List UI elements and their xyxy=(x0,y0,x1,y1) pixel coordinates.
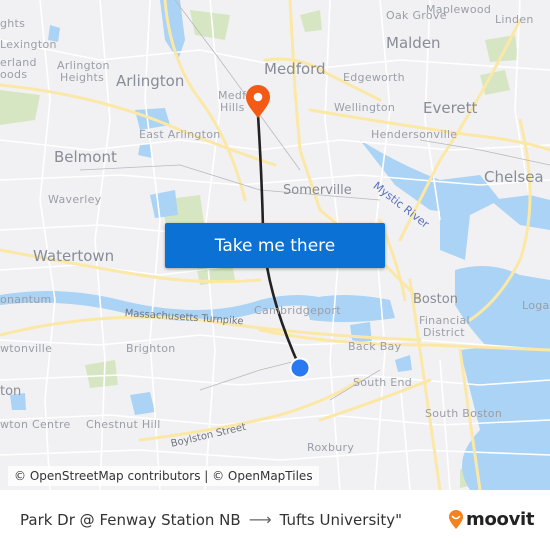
map-label-arlington-heights-2: Heights xyxy=(60,71,105,84)
map-label-arlington-heights: Arlington xyxy=(57,59,110,72)
map-label-chestnut-hill: Chestnut Hill xyxy=(86,418,161,431)
map-label-medford: Medford xyxy=(264,60,326,78)
map-label-woods: oods xyxy=(0,68,28,81)
map-label-east-arlington: East Arlington xyxy=(139,128,221,141)
take-me-there-button[interactable]: Take me there xyxy=(165,223,385,268)
map-label-boston: Boston xyxy=(413,292,458,307)
map-label-arlington: Arlington xyxy=(116,72,185,90)
origin-stop-name: Park Dr @ Fenway Station NB xyxy=(20,510,241,529)
map[interactable]: Oak Grove Maplewood Linden Malden Medfor… xyxy=(0,0,550,490)
map-label-nonantum: onantum xyxy=(0,293,52,306)
map-label-somerville: Somerville xyxy=(283,183,352,198)
moovit-logo[interactable]: moovit xyxy=(448,509,535,530)
destination-name: Tufts University" xyxy=(279,510,403,529)
map-label-everett: Everett xyxy=(423,99,478,117)
map-label-newton: ton xyxy=(0,384,22,399)
map-label-lexington: Lexington xyxy=(0,38,57,51)
route-summary: Park Dr @ Fenway Station NB ⟶ Tufts Univ… xyxy=(20,510,402,529)
map-label-malden: Malden xyxy=(386,34,441,52)
map-label-logan: Logan xyxy=(522,299,550,312)
map-label-financial-district: Financial xyxy=(419,314,470,327)
moovit-wordmark: moovit xyxy=(466,509,535,530)
map-label-brighton: Brighton xyxy=(126,342,176,355)
map-label-financial-district-2: District xyxy=(423,326,465,339)
map-label-wellington: Wellington xyxy=(334,101,396,114)
map-label-chelsea: Chelsea xyxy=(484,168,544,186)
moovit-pin-icon xyxy=(449,509,463,529)
map-label-hendersonville: Hendersonville xyxy=(371,128,458,141)
origin-marker xyxy=(289,357,311,379)
map-label-cumberland: erland xyxy=(0,56,37,69)
map-label-belmont: Belmont xyxy=(54,148,117,166)
map-label-edgeworth: Edgeworth xyxy=(343,71,405,84)
map-label-medford-hillside: Medf xyxy=(218,89,247,102)
map-label-south-end: South End xyxy=(353,376,413,389)
arrow-right-icon: ⟶ xyxy=(248,510,272,529)
map-label-linden: Linden xyxy=(495,13,534,26)
map-label-cambridgeport: Cambridgeport xyxy=(254,304,341,317)
map-label-newton-centre: wton Centre xyxy=(0,418,71,431)
map-label-maplewood: Maplewood xyxy=(426,3,492,16)
map-label-roxbury: Roxbury xyxy=(307,441,355,454)
map-attribution[interactable]: © OpenStreetMap contributors | © OpenMap… xyxy=(8,466,319,486)
map-label-newtonville: wtonville xyxy=(0,342,53,355)
destination-marker xyxy=(246,85,270,118)
map-label-watertown: Watertown xyxy=(33,247,115,265)
map-label-back-bay: Back Bay xyxy=(348,340,402,353)
map-label-waverley: Waverley xyxy=(48,193,102,206)
map-label-heights: ghts xyxy=(0,17,26,30)
footer: Park Dr @ Fenway Station NB ⟶ Tufts Univ… xyxy=(0,490,550,550)
map-label-medford-hillside-2: Hills xyxy=(220,101,245,114)
map-label-south-boston: South Boston xyxy=(425,407,503,420)
